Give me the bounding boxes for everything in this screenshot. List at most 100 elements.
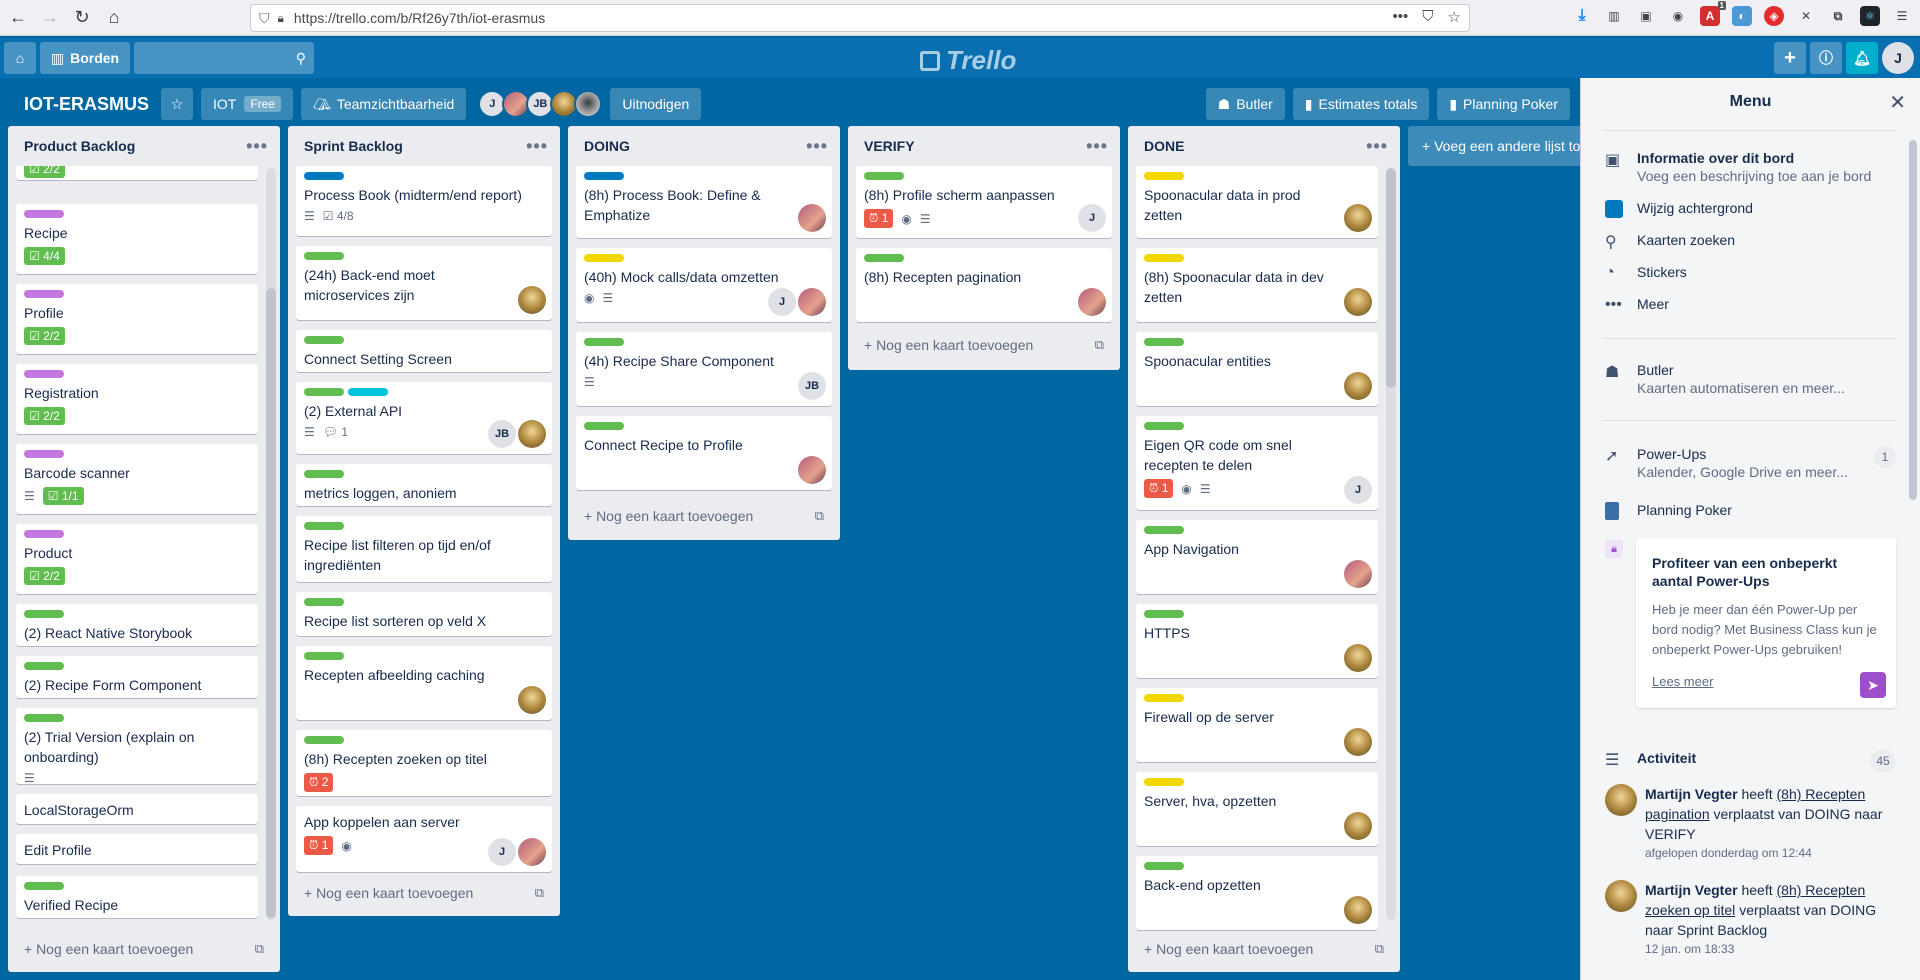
reload-icon[interactable]: ↻: [68, 4, 96, 32]
card[interactable]: (2) Recipe Form Component: [16, 656, 258, 698]
visibility-button[interactable]: ⛺︎ Teamzichtbaarheid: [301, 88, 467, 120]
card[interactable]: Server, hva, opzetten: [1136, 772, 1378, 846]
card[interactable]: Eigen QR code om snel recepten te delen ⏰…: [1136, 416, 1378, 510]
lock-icon[interactable]: 🔒︎: [278, 11, 284, 26]
close-icon[interactable]: ✕: [1889, 90, 1906, 115]
member-avatar[interactable]: J: [1078, 204, 1106, 232]
about-board-item[interactable]: ▣ Informatie over dit bord Voeg een besch…: [1605, 150, 1896, 184]
card[interactable]: (2) React Native Storybook: [16, 604, 258, 646]
list-title[interactable]: DONE: [1144, 138, 1184, 154]
search-input[interactable]: ⚲: [134, 42, 314, 74]
member-avatar[interactable]: [518, 286, 546, 314]
card[interactable]: HTTPS: [1136, 604, 1378, 678]
member-avatar[interactable]: [1344, 896, 1372, 924]
card[interactable]: (8h) Recepten pagination: [856, 248, 1112, 322]
member-avatar[interactable]: J: [1344, 476, 1372, 504]
activity-user[interactable]: Martijn Vegter: [1645, 786, 1738, 802]
library-icon[interactable]: ▥: [1604, 6, 1624, 26]
powerups-item[interactable]: ➚ Power-Ups Kalender, Google Drive en mee…: [1605, 446, 1896, 480]
url-text[interactable]: https://trello.com/b/Rf26y7th/iot-erasmu…: [294, 10, 545, 26]
card[interactable]: Connect Setting Screen: [296, 330, 552, 372]
card[interactable]: Process Book (midterm/end report) ☰ ☑ 4/8: [296, 166, 552, 236]
card[interactable]: Spoonacular entities: [1136, 332, 1378, 406]
card-template-icon[interactable]: ⧉: [1375, 941, 1384, 957]
member-avatar[interactable]: JB: [488, 420, 516, 448]
invite-button[interactable]: Uitnodigen: [610, 88, 702, 120]
member-avatar[interactable]: [1078, 288, 1106, 316]
add-card-button[interactable]: + Nog een kaart toevoegen ⧉: [856, 330, 1112, 360]
butler-item[interactable]: ☗ Butler Kaarten automatiseren en meer...: [1605, 362, 1896, 396]
card-template-icon[interactable]: ⧉: [535, 885, 544, 901]
member-avatar[interactable]: [574, 90, 603, 118]
activity-avatar[interactable]: [1605, 784, 1637, 816]
card-template-icon[interactable]: ⧉: [255, 941, 264, 957]
home-button[interactable]: ⌂: [4, 42, 36, 74]
team-button[interactable]: IOT Free: [201, 88, 294, 120]
pocket-icon[interactable]: ⛉: [1422, 8, 1433, 26]
card[interactable]: Registration ☑ 2/2: [16, 364, 258, 434]
home-icon[interactable]: ⌂: [100, 4, 128, 32]
extension-shield-icon[interactable]: ◈: [1764, 6, 1784, 26]
card[interactable]: Recipe list sorteren op veld X: [296, 592, 552, 636]
card[interactable]: (24h) Back-end moet microservices zijn: [296, 246, 552, 320]
member-avatar[interactable]: [1344, 288, 1372, 316]
list-header[interactable]: VERIFY •••: [848, 126, 1120, 166]
card[interactable]: Verified Recipe: [16, 876, 258, 918]
list-header[interactable]: Sprint Backlog •••: [288, 126, 560, 166]
forward-icon[interactable]: →: [36, 4, 64, 32]
user-avatar[interactable]: J: [1882, 42, 1914, 74]
card[interactable]: App koppelen aan server ⏰︎ 1 ◉ J: [296, 806, 552, 872]
member-avatar[interactable]: J: [768, 288, 796, 316]
card[interactable]: ☑ 2/2: [16, 166, 258, 180]
adblock-icon[interactable]: A1: [1700, 1, 1726, 26]
estimates-button[interactable]: ▮ Estimates totals: [1292, 88, 1430, 120]
bookmark-star-icon[interactable]: ☆: [1448, 8, 1461, 26]
member-avatar[interactable]: [518, 838, 546, 866]
planning-poker-item[interactable]: Planning Poker: [1605, 502, 1896, 525]
list-title[interactable]: VERIFY: [864, 138, 915, 154]
card[interactable]: Back-end opzetten: [1136, 856, 1378, 930]
account-icon[interactable]: ◉: [1668, 6, 1688, 26]
list-scrollbar[interactable]: [1386, 168, 1396, 920]
activity-time[interactable]: afgelopen donderdag om 12:44: [1645, 846, 1900, 860]
list-scrollbar[interactable]: [266, 168, 276, 920]
add-card-button[interactable]: + Nog een kaart toevoegen ⧉: [296, 878, 552, 908]
card[interactable]: Spoonacular data in prod zetten: [1136, 166, 1378, 238]
list-header[interactable]: DONE •••: [1128, 126, 1400, 166]
list-menu-icon[interactable]: •••: [246, 136, 268, 157]
sidebar-icon[interactable]: ▣: [1636, 6, 1656, 26]
address-bar[interactable]: ⛉ 🔒︎ https://trello.com/b/Rf26y7th/iot-e…: [250, 4, 1470, 32]
list-menu-icon[interactable]: •••: [1366, 136, 1388, 157]
card[interactable]: Recipe ☑ 4/4: [16, 204, 258, 274]
card[interactable]: LocalStorageOrm: [16, 794, 258, 824]
member-avatar[interactable]: [1344, 560, 1372, 588]
board-title[interactable]: IOT-ERASMUS: [20, 94, 153, 115]
list-title[interactable]: DOING: [584, 138, 630, 154]
card[interactable]: Recepten afbeelding caching: [296, 646, 552, 720]
card[interactable]: Profile ☑ 2/2: [16, 284, 258, 354]
extension-globe-icon[interactable]: ◐: [1732, 6, 1752, 26]
info-button[interactable]: ⓘ: [1810, 42, 1842, 74]
activity-time[interactable]: 12 jan. om 18:33: [1645, 942, 1900, 956]
read-more-link[interactable]: Lees meer: [1652, 674, 1880, 689]
member-avatar[interactable]: [518, 686, 546, 714]
page-actions-icon[interactable]: •••: [1393, 8, 1409, 26]
card[interactable]: (8h) Recepten zoeken op titel ⏰︎ 2: [296, 730, 552, 796]
activity-user[interactable]: Martijn Vegter: [1645, 882, 1738, 898]
card-template-icon[interactable]: ⧉: [1095, 337, 1104, 353]
change-background-item[interactable]: Wijzig achtergrond: [1605, 200, 1896, 223]
card[interactable]: Connect Recipe to Profile: [576, 416, 832, 490]
add-card-button[interactable]: + Nog een kaart toevoegen ⧉: [1136, 934, 1392, 964]
shield-icon[interactable]: ⛉: [259, 10, 270, 27]
card[interactable]: (8h) Process Book: Define & Emphatize: [576, 166, 832, 238]
menu-scrollbar[interactable]: [1909, 140, 1917, 500]
add-card-button[interactable]: + Nog een kaart toevoegen ⧉: [16, 934, 272, 964]
scrollbar-thumb[interactable]: [1386, 168, 1396, 388]
notifications-button[interactable]: 🔔︎: [1846, 42, 1878, 74]
member-avatar[interactable]: [1344, 204, 1372, 232]
list-title[interactable]: Sprint Backlog: [304, 138, 403, 154]
add-list-button[interactable]: + Voeg een andere lijst toe: [1408, 126, 1584, 166]
list-menu-icon[interactable]: •••: [526, 136, 548, 157]
boards-button[interactable]: ▥ Borden: [40, 42, 130, 74]
menu-hamburger-icon[interactable]: ☰: [1892, 6, 1912, 26]
